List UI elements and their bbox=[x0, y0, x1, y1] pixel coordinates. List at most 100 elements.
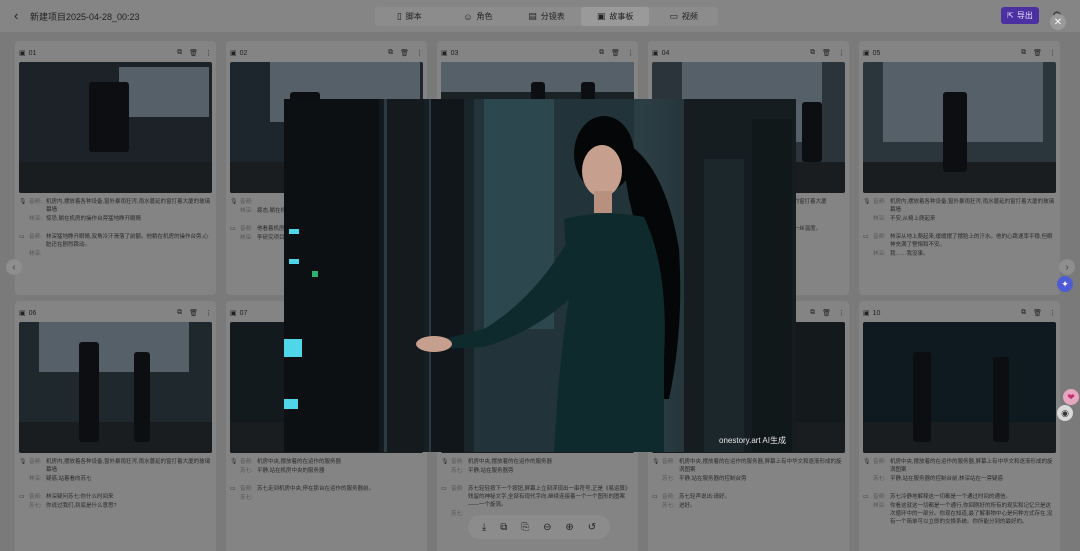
copy-icon[interactable]: ⧉ bbox=[177, 309, 182, 317]
action-line: ▭ 音频: 苏七轻声说出:请好。 bbox=[652, 494, 731, 500]
card-text: 🎙 音频: 机房中央,摆放着的在运作的服务器 苏七: 平静,站在服务器旁 ▭ 音频: 苏七轻轻… bbox=[441, 458, 634, 519]
project-title: 新建项目2025-04-28_00:23 bbox=[30, 12, 140, 22]
video-icon: ▭ bbox=[669, 11, 678, 21]
card-text: 🎙 音频: 机房中央,摆放着的在运作的服务器,屏幕上有中华文和逐渐形成的旋涡图案苏七… bbox=[652, 458, 845, 511]
delete-icon[interactable]: 🗑 bbox=[611, 49, 620, 57]
more-icon[interactable]: ⋮ bbox=[1049, 49, 1056, 57]
close-preview-button[interactable]: ✕ bbox=[1050, 14, 1066, 30]
copy-icon[interactable]: ⧉ bbox=[1021, 49, 1026, 57]
zoom-out-icon[interactable]: ⊖ bbox=[543, 522, 551, 533]
more-icon[interactable]: ⋮ bbox=[838, 309, 845, 317]
copy-icon[interactable]: ⧉ bbox=[500, 522, 507, 533]
video-icon: ▭ bbox=[230, 226, 236, 232]
tab-characters[interactable]: ☺ 角色 bbox=[444, 7, 513, 26]
assistant-icon[interactable]: ✦ bbox=[1057, 276, 1073, 292]
action-line: ▭ 音频: 林深疑问苏七:你什么时间来 bbox=[19, 494, 114, 500]
scene-line: 🎙 音频: 机房内,摆放着各种设备,窗外暴雨狂泻,雨水蔓延的窗打着大厦的玻璃幕墙 bbox=[19, 459, 211, 473]
shot-number: 07 bbox=[239, 309, 248, 317]
copy-icon[interactable]: ⧉ bbox=[388, 49, 393, 57]
tab-storyboard[interactable]: ▣ 故事板 bbox=[580, 7, 650, 26]
film-icon: ▣ bbox=[19, 50, 26, 57]
mic-icon: 🎙 bbox=[230, 459, 238, 465]
card-header: ▣ 03 ⧉ 🗑 ⋮ bbox=[441, 47, 634, 59]
video-icon: ▭ bbox=[863, 234, 869, 240]
scene-line: 🎙 音频: 机房中央,摆放着的在运作的服务器 bbox=[441, 459, 553, 465]
action-line: ▭ 音频: 苏七走到机房中央,停在那台在运作的服务器前。 bbox=[230, 486, 375, 492]
preview-toolbar: ⤓ ⧉ ⎘ ⊖ ⊕ ↺ bbox=[468, 515, 610, 539]
mic-icon: 🎙 bbox=[863, 459, 871, 465]
storyboard-card[interactable]: ▣ 05 ⧉ 🗑 ⋮ 🎙 音频: 机房内,摆放着各种设备,窗外暴雨狂泻,雨水蔓延的窗打着大厦的… bbox=[859, 41, 1060, 295]
paste-icon[interactable]: ⎘ bbox=[521, 522, 529, 533]
heart-icon[interactable]: ❤ bbox=[1063, 389, 1079, 405]
delete-icon[interactable]: 🗑 bbox=[1033, 49, 1042, 57]
more-icon[interactable]: ⋮ bbox=[1049, 309, 1056, 317]
scene-line: 🎙 音频: 机房中央,摆放着的在运作的服务器,屏幕上有中华文和逐渐形成的旋涡图案 bbox=[652, 459, 842, 473]
film-icon: ▣ bbox=[230, 50, 237, 57]
more-icon[interactable]: ⋮ bbox=[838, 49, 845, 57]
top-bar: ‹ 新建项目2025-04-28_00:23 ▯ 脚本 ☺ 角色 ▤ 分镜表 ▣ 故事板… bbox=[0, 0, 1080, 32]
film-icon: ▣ bbox=[863, 50, 870, 57]
card-header: ▣ 10 ⧉ 🗑 ⋮ bbox=[863, 307, 1056, 319]
copy-icon[interactable]: ⧉ bbox=[810, 309, 815, 317]
copy-icon[interactable]: ⧉ bbox=[810, 49, 815, 57]
storyboard-card[interactable]: ▣ 06 ⧉ 🗑 ⋮ 🎙 音频: 机房内,摆放着各种设备,窗外暴雨狂泻,雨水蔓延的窗打着大厦的… bbox=[15, 301, 216, 551]
delete-icon[interactable]: 🗑 bbox=[822, 309, 831, 317]
export-button[interactable]: ⇱ 导出 bbox=[1001, 7, 1039, 24]
film-icon: ▣ bbox=[441, 50, 448, 57]
delete-icon[interactable]: 🗑 bbox=[822, 49, 831, 57]
film-icon: ▣ bbox=[19, 310, 26, 317]
delete-icon[interactable]: 🗑 bbox=[189, 49, 198, 57]
window-shape bbox=[39, 322, 189, 372]
line-line: 林深: 我……我没事。 bbox=[873, 251, 929, 257]
storyboard-table-icon: ▤ bbox=[528, 11, 537, 21]
tab-script[interactable]: ▯ 脚本 bbox=[375, 7, 444, 26]
storyboard-card[interactable]: ▣ 10 ⧉ 🗑 ⋮ 🎙 音频: 机房中央,摆放着的在运作的服务器,屏幕上有中华文和逐渐形成的… bbox=[859, 301, 1060, 551]
reset-icon[interactable]: ↺ bbox=[588, 522, 596, 533]
floor-shape bbox=[19, 162, 212, 193]
mic-icon: 🎙 bbox=[19, 199, 27, 205]
shot-thumbnail[interactable] bbox=[863, 322, 1056, 453]
next-arrow-icon[interactable]: › bbox=[1059, 259, 1075, 275]
copy-icon[interactable]: ⧉ bbox=[599, 49, 604, 57]
delete-icon[interactable]: 🗑 bbox=[400, 49, 409, 57]
delete-icon[interactable]: 🗑 bbox=[1033, 309, 1042, 317]
figure-shape bbox=[913, 352, 931, 442]
avatar-icon[interactable]: ◉ bbox=[1057, 405, 1073, 421]
line-line: 苏七: 进好。 bbox=[662, 503, 696, 509]
tab-shot-list[interactable]: ▤ 分镜表 bbox=[512, 7, 581, 26]
scene-line: 🎙 音频: 机房中央,摆放着的在运作的服务器 bbox=[230, 459, 342, 465]
prev-arrow-icon[interactable]: ‹ bbox=[6, 259, 22, 275]
card-header: ▣ 06 ⧉ 🗑 ⋮ bbox=[19, 307, 212, 319]
shot-number: 04 bbox=[661, 49, 670, 57]
scene-line: 🎙 音频: 机房内,摆放着各种设备,窗外暴雨狂泻,雨水蔓延的窗打着大厦的玻璃幕墙 bbox=[863, 199, 1055, 213]
shot-number: 02 bbox=[239, 49, 248, 57]
video-icon: ▭ bbox=[441, 486, 447, 492]
storyboard-card[interactable]: ▣ 01 ⧉ 🗑 ⋮ 🎙 音频: 机房内,摆放着各种设备,窗外暴雨狂泻,雨水蔓延的窗打着大厦的… bbox=[15, 41, 216, 295]
card-text: 🎙 音频: 机房中央,摆放着的在运作的服务器 苏七: 平静,站在机房中央的服务器 ▭ 音频:… bbox=[230, 458, 423, 503]
copy-icon[interactable]: ⧉ bbox=[177, 49, 182, 57]
shot-thumbnail[interactable] bbox=[19, 322, 212, 453]
copy-icon[interactable]: ⧉ bbox=[1021, 309, 1026, 317]
more-icon[interactable]: ⋮ bbox=[416, 49, 423, 57]
tab-video[interactable]: ▭ 视频 bbox=[649, 7, 718, 26]
shot-thumbnail[interactable] bbox=[863, 62, 1056, 193]
back-arrow-icon[interactable]: ‹ bbox=[14, 8, 18, 23]
delete-icon[interactable]: 🗑 bbox=[189, 309, 198, 317]
card-header: ▣ 01 ⧉ 🗑 ⋮ bbox=[19, 47, 212, 59]
export-icon: ⇱ bbox=[1007, 11, 1014, 20]
video-icon: ▭ bbox=[863, 494, 869, 500]
card-header: ▣ 02 ⧉ 🗑 ⋮ bbox=[230, 47, 423, 59]
more-icon[interactable]: ⋮ bbox=[627, 49, 634, 57]
line-line: 林深: bbox=[29, 251, 42, 257]
card-text: 🎙 音频: 机房内,摆放着各种设备,窗外暴雨狂泻,雨水蔓延的窗打着大厦的玻璃幕墙 林深… bbox=[19, 458, 212, 511]
line-line: 苏七: bbox=[240, 495, 253, 501]
shot-number: 01 bbox=[28, 49, 37, 57]
more-icon[interactable]: ⋮ bbox=[205, 49, 212, 57]
download-icon[interactable]: ⤓ bbox=[482, 522, 486, 533]
more-icon[interactable]: ⋮ bbox=[205, 309, 212, 317]
zoom-in-icon[interactable]: ⊕ bbox=[565, 522, 573, 533]
line-line: 苏七: 你说过我们,到底是什么意思? bbox=[29, 503, 117, 509]
shot-thumbnail[interactable] bbox=[19, 62, 212, 193]
action-line: ▭ 音频: 林深从地上爬起来,缓缓摆了摆脸上的汗水。他的心跳速率平稳,但眼神充满了警… bbox=[863, 234, 1053, 248]
figure-shape bbox=[993, 357, 1009, 442]
